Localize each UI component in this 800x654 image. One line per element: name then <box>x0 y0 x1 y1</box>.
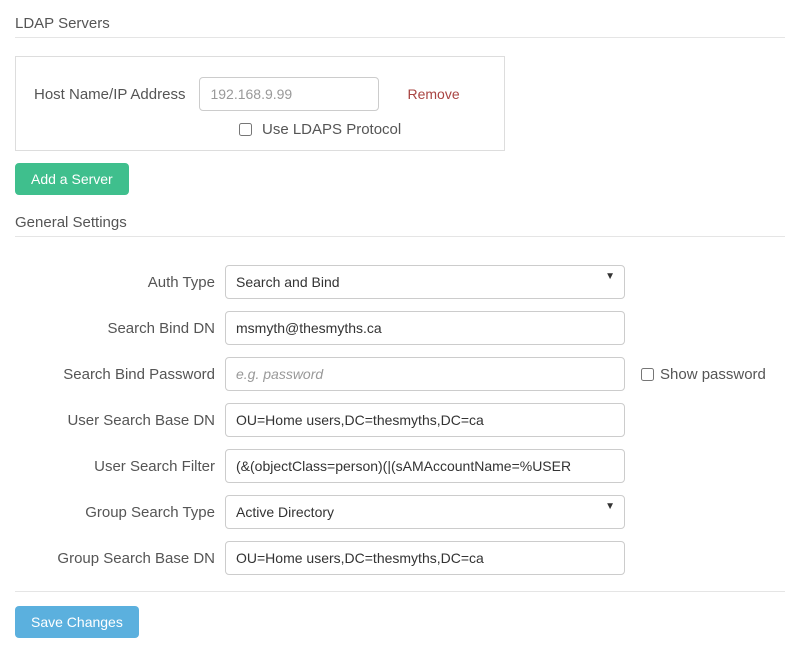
search-bind-dn-input[interactable] <box>225 311 625 345</box>
host-input[interactable] <box>199 77 379 111</box>
auth-type-label: Auth Type <box>15 274 225 291</box>
divider <box>15 591 785 592</box>
group-search-base-dn-input[interactable] <box>225 541 625 575</box>
search-bind-dn-label: Search Bind DN <box>15 320 225 337</box>
user-search-base-dn-input[interactable] <box>225 403 625 437</box>
save-changes-button[interactable]: Save Changes <box>15 606 139 638</box>
ldaps-checkbox[interactable] <box>239 123 252 136</box>
ldap-servers-title: LDAP Servers <box>15 10 785 38</box>
server-entry: Host Name/IP Address Remove Use LDAPS Pr… <box>15 56 505 151</box>
remove-server-link[interactable]: Remove <box>407 86 459 102</box>
show-password-label: Show password <box>660 366 766 383</box>
general-settings-title: General Settings <box>15 209 785 237</box>
search-bind-password-input[interactable] <box>225 357 625 391</box>
user-search-filter-input[interactable] <box>225 449 625 483</box>
show-password-checkbox[interactable] <box>641 368 654 381</box>
auth-type-select[interactable]: Search and Bind <box>225 265 625 299</box>
host-label: Host Name/IP Address <box>34 86 185 103</box>
user-search-base-dn-label: User Search Base DN <box>15 412 225 429</box>
group-search-base-dn-label: Group Search Base DN <box>15 550 225 567</box>
add-server-button[interactable]: Add a Server <box>15 163 129 195</box>
search-bind-password-label: Search Bind Password <box>15 366 225 383</box>
user-search-filter-label: User Search Filter <box>15 458 225 475</box>
group-search-type-label: Group Search Type <box>15 504 225 521</box>
ldaps-label: Use LDAPS Protocol <box>262 121 401 138</box>
group-search-type-select[interactable]: Active Directory <box>225 495 625 529</box>
